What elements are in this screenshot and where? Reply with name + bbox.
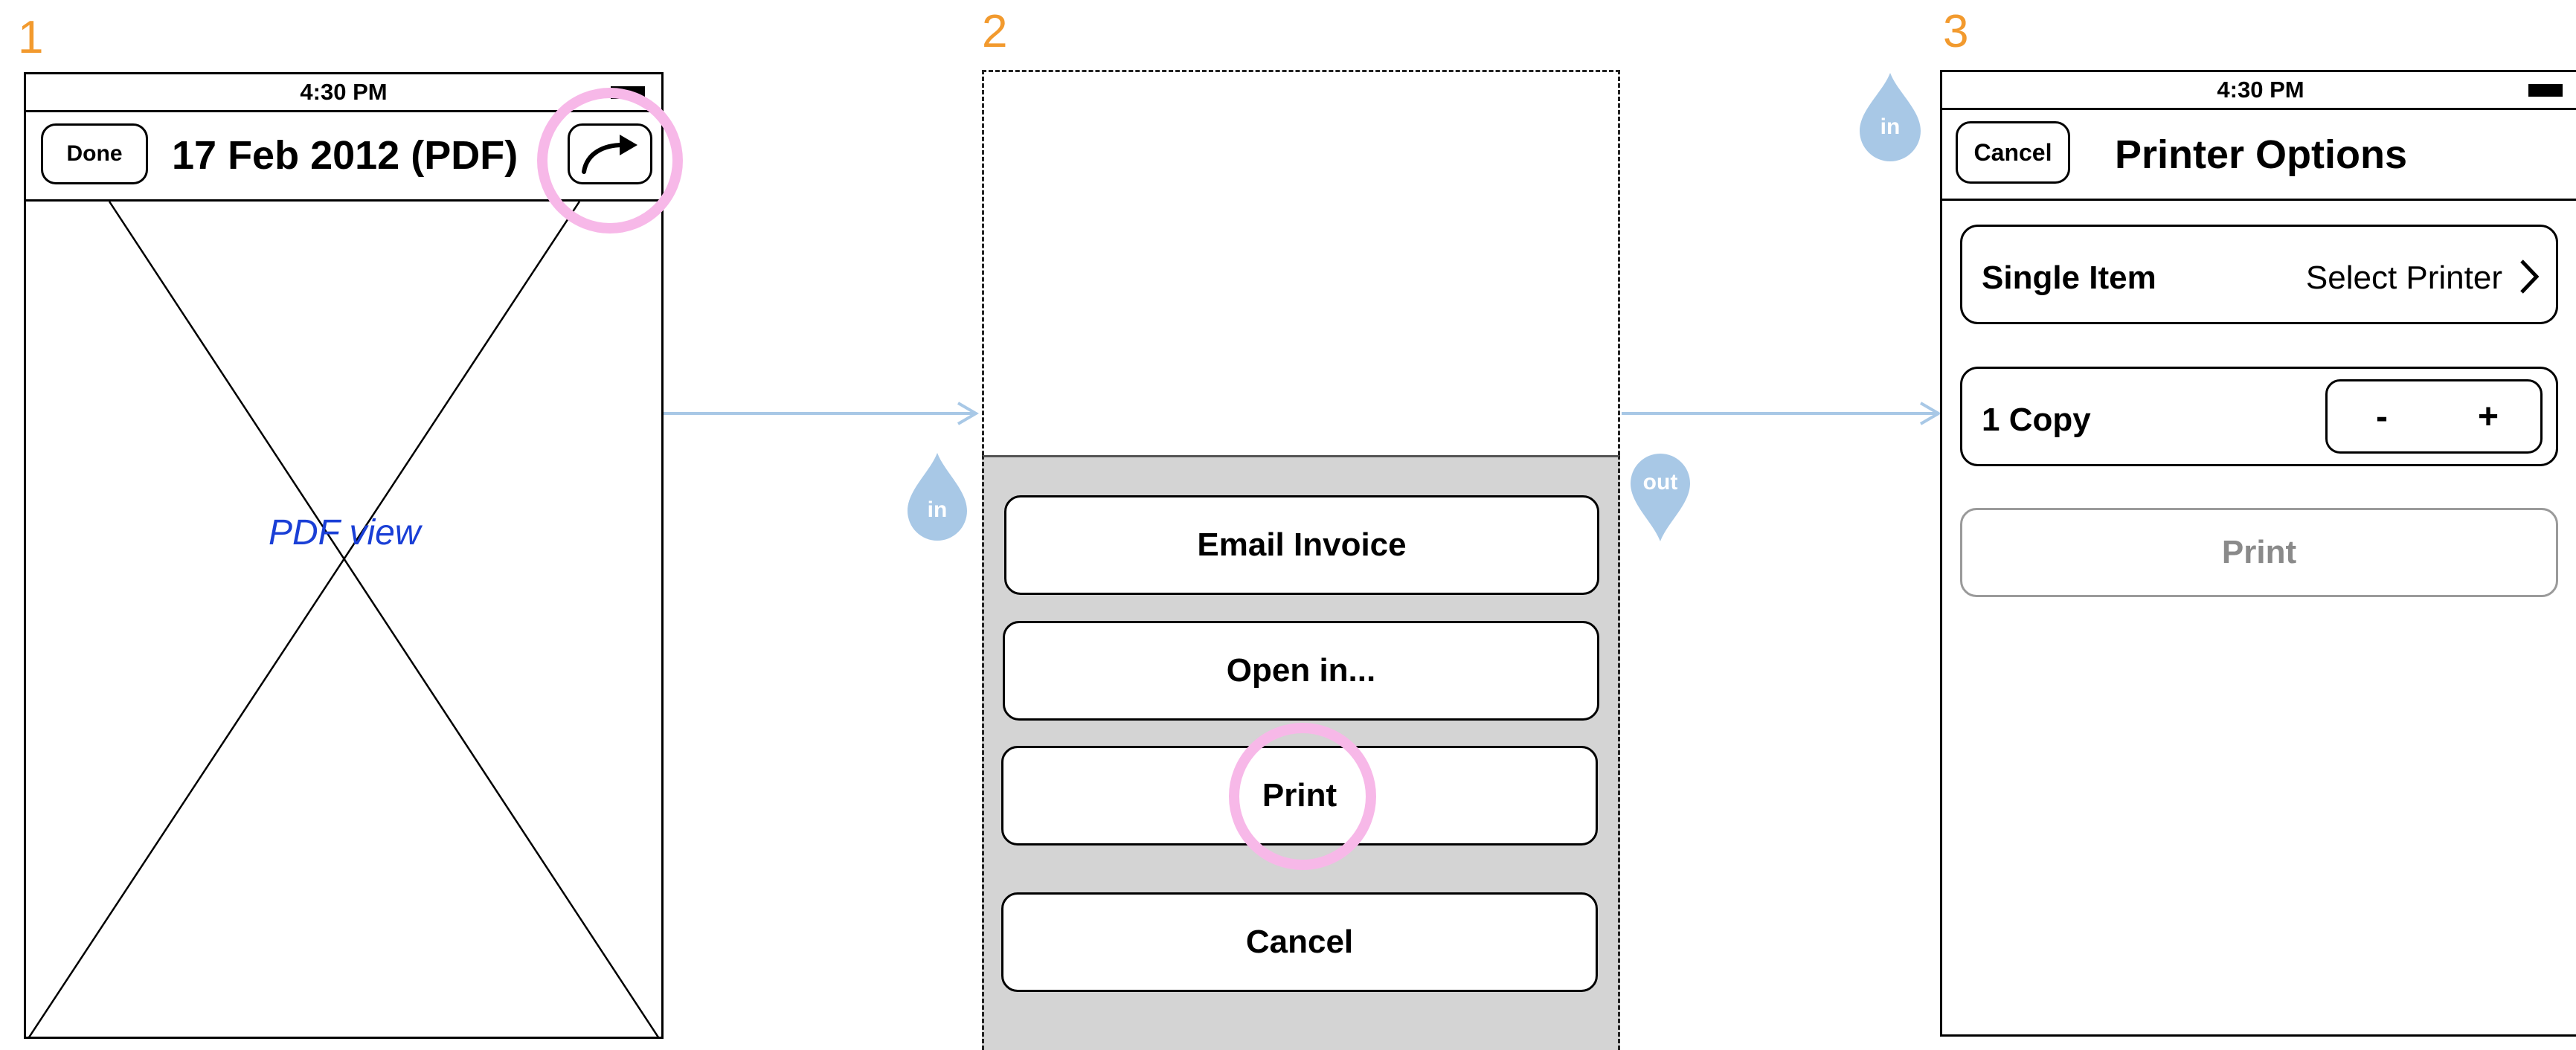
tap-highlight-print	[1229, 723, 1376, 870]
print-action-button[interactable]: Print	[1960, 508, 2558, 597]
transition-in-drop-screen2: in	[906, 450, 969, 542]
arrowhead-1-to-2	[957, 402, 979, 425]
status-time-3: 4:30 PM	[2217, 77, 2304, 103]
tap-highlight-share	[537, 88, 683, 233]
arrowhead-2-to-3	[1919, 402, 1941, 425]
pdf-view-placeholder: PDF view	[26, 202, 661, 1037]
single-item-label: Single Item	[1982, 260, 2156, 296]
step-number-3: 3	[1943, 6, 1969, 57]
battery-icon-3	[2528, 84, 2563, 97]
select-printer-value: Select Printer	[2305, 260, 2502, 296]
nav-bar-3: Cancel Printer Options	[1942, 108, 2576, 201]
transition-in-drop-screen3: in	[1858, 70, 1922, 162]
document-title: 17 Feb 2012 (PDF)	[172, 133, 518, 178]
decrement-button[interactable]: -	[2328, 381, 2436, 451]
done-button[interactable]: Done	[41, 123, 148, 184]
step-number-1: 1	[18, 12, 44, 63]
increment-button[interactable]: +	[2436, 381, 2540, 451]
step-number-2: 2	[982, 6, 1008, 57]
cancel-nav-button[interactable]: Cancel	[1956, 121, 2070, 184]
open-in-button[interactable]: Open in...	[1003, 621, 1599, 721]
email-invoice-button[interactable]: Email Invoice	[1004, 495, 1599, 595]
printer-row[interactable]: Single Item Select Printer	[1960, 225, 2558, 324]
transition-out-drop-screen2: out	[1629, 452, 1692, 544]
screen-printer-options: 4:30 PM Cancel Printer Options Single It…	[1940, 70, 2576, 1037]
transition-in-label: in	[927, 497, 948, 522]
copies-stepper: - +	[2325, 379, 2543, 454]
screen-action-sheet: Email Invoice Open in... Print Cancel	[982, 70, 1620, 1050]
copies-row: 1 Copy - +	[1960, 367, 2558, 466]
pdf-view-label: PDF view	[269, 513, 421, 553]
transition-in-label-3: in	[1880, 115, 1901, 139]
copies-label: 1 Copy	[1982, 402, 2091, 438]
transition-out-label: out	[1642, 470, 1678, 495]
cancel-button[interactable]: Cancel	[1001, 892, 1598, 992]
placeholder-cross	[28, 202, 659, 1037]
chevron-right-icon	[2520, 260, 2540, 294]
printer-options-title: Printer Options	[2115, 132, 2408, 177]
status-time: 4:30 PM	[300, 79, 388, 105]
status-bar-3: 4:30 PM	[1942, 72, 2576, 110]
